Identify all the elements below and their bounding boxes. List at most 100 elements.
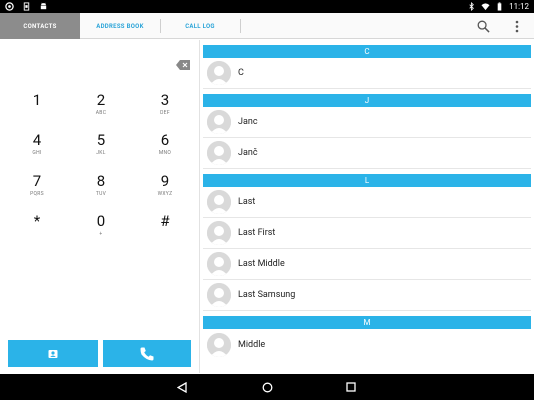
section-header-m: M [203,316,531,329]
dialpad-key-2[interactable]: 2 ABC [76,92,126,132]
contact-name: Janč [238,148,258,158]
search-button[interactable] [472,16,494,36]
key-digit: * [33,212,41,230]
recents-button[interactable] [344,380,358,394]
contact-card-icon [48,349,58,358]
avatar [207,61,231,85]
contact-row[interactable]: Last Samsung [203,280,531,311]
default-avatar-icon [207,141,231,165]
default-avatar-icon [207,332,231,357]
phone-icon [140,347,154,360]
status-time: 11:12 [509,2,529,11]
dialpad-key-7[interactable]: 7 PQRS [12,173,62,213]
search-icon [477,20,490,33]
key-letters: GHI [32,150,42,156]
key-digit: 2 [96,91,106,109]
avatar [207,283,231,307]
default-avatar-icon [207,61,231,85]
backspace-button[interactable] [176,55,190,70]
key-letters: WXYZ [157,191,173,197]
key-digit: 6 [160,131,170,149]
avatar [207,110,231,134]
key-letters: MNO [158,150,172,156]
avatar [207,190,231,214]
sim-card-icon [23,2,30,11]
tab-contacts[interactable]: CONTACTS [0,13,80,39]
key-digit: 1 [32,91,42,109]
avatar [207,252,231,276]
avatar [207,221,231,245]
overflow-menu-button[interactable] [508,16,526,36]
default-avatar-icon [207,283,231,307]
more-vert-icon [515,20,519,32]
contacts-action-button[interactable] [8,340,98,367]
contact-row[interactable]: Last First [203,218,531,249]
contact-name: Last Middle [238,259,285,269]
key-letters: TUV [95,191,107,197]
key-letters: JKL [96,150,106,156]
contact-name: Last Samsung [238,290,296,300]
app-screen: 11:12 CONTACTS ADDRESS BOOK CALL LOG 1 2… [0,0,534,400]
dialpad-key-5[interactable]: 5 JKL [76,132,126,172]
key-digit: 3 [160,91,170,109]
section-header-l: L [203,174,531,187]
contact-row[interactable]: Last Middle [203,249,531,280]
contact-row[interactable]: C [203,58,531,89]
home-button[interactable] [260,380,274,394]
key-letters: PQRS [30,191,44,197]
dialpad-key-8[interactable]: 8 TUV [76,173,126,213]
wifi-icon [481,3,490,11]
key-digit: 7 [32,172,42,190]
tab-bar: CONTACTS ADDRESS BOOK CALL LOG [0,13,534,39]
android-icon [40,2,47,10]
status-bar: 11:12 [0,0,534,13]
dialpad: 1 2 ABC 3 DEF 4 GHI 5 JKL 6 MNO 7 PQRS 8… [0,40,200,373]
section-header-j: J [203,94,531,107]
contact-list[interactable]: C C J Janc Janč L Last Last First Last M… [203,40,531,373]
back-icon [177,381,187,393]
circle-notification-icon [5,2,14,11]
backspace-icon [176,60,190,70]
dialpad-key-1[interactable]: 1 [12,92,62,132]
default-avatar-icon [207,110,231,134]
key-digit: 9 [160,172,170,190]
key-letters: ABC [95,110,107,116]
dialpad-key-hash[interactable]: # [140,213,190,253]
dialpad-key-star[interactable]: * [12,213,62,253]
battery-icon [497,2,502,11]
tab-divider [240,19,241,33]
dialpad-key-6[interactable]: 6 MNO [140,132,190,172]
tab-call-log[interactable]: CALL LOG [160,13,240,39]
contact-row[interactable]: Last [203,187,531,218]
key-digit: # [160,212,170,230]
default-avatar-icon [207,221,231,245]
avatar [207,332,231,357]
key-digit: 5 [96,131,106,149]
dialpad-key-3[interactable]: 3 DEF [140,92,190,132]
contact-name: Last First [238,228,276,238]
key-letters: DEF [160,110,170,116]
home-icon [262,382,272,392]
key-digit: 4 [32,131,42,149]
contact-row[interactable]: Janc [203,107,531,138]
navigation-bar [0,374,534,400]
default-avatar-icon [207,252,231,276]
tab-address-book[interactable]: ADDRESS BOOK [80,13,160,39]
key-letters: + [99,231,103,237]
call-button[interactable] [103,340,191,367]
contact-name: Middle [238,339,266,350]
contact-name: Last [238,197,256,207]
default-avatar-icon [207,190,231,214]
key-digit: 0 [96,212,106,230]
recents-icon [346,382,356,392]
dialpad-key-4[interactable]: 4 GHI [12,132,62,172]
dialpad-key-0[interactable]: 0 + [76,213,126,253]
dialpad-key-9[interactable]: 9 WXYZ [140,173,190,213]
contact-row[interactable]: Middle [203,329,531,360]
back-button[interactable] [175,380,189,394]
section-header-c: C [203,45,531,58]
contact-name: Janc [238,117,258,127]
contact-name: C [238,68,244,78]
bluetooth-icon [469,2,474,11]
contact-row[interactable]: Janč [203,138,531,169]
